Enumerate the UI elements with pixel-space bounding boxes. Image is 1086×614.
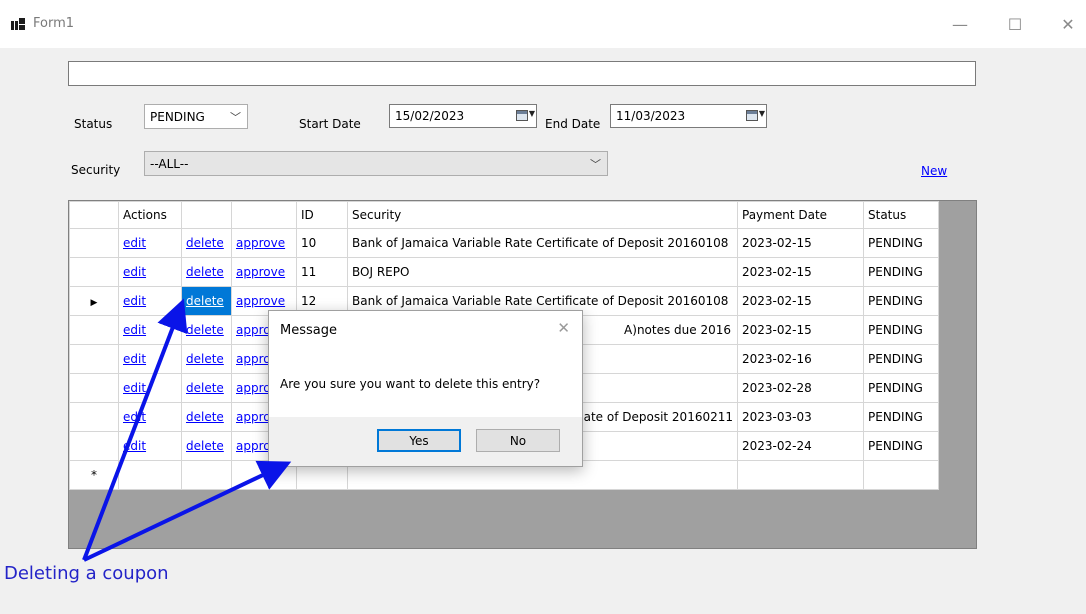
annotation-arrows: [82, 298, 292, 562]
annotation-caption: Deleting a coupon: [4, 563, 169, 584]
application-window: Form1 — ☐ ✕ Status PENDING ﹀ Start Date …: [0, 0, 1086, 614]
